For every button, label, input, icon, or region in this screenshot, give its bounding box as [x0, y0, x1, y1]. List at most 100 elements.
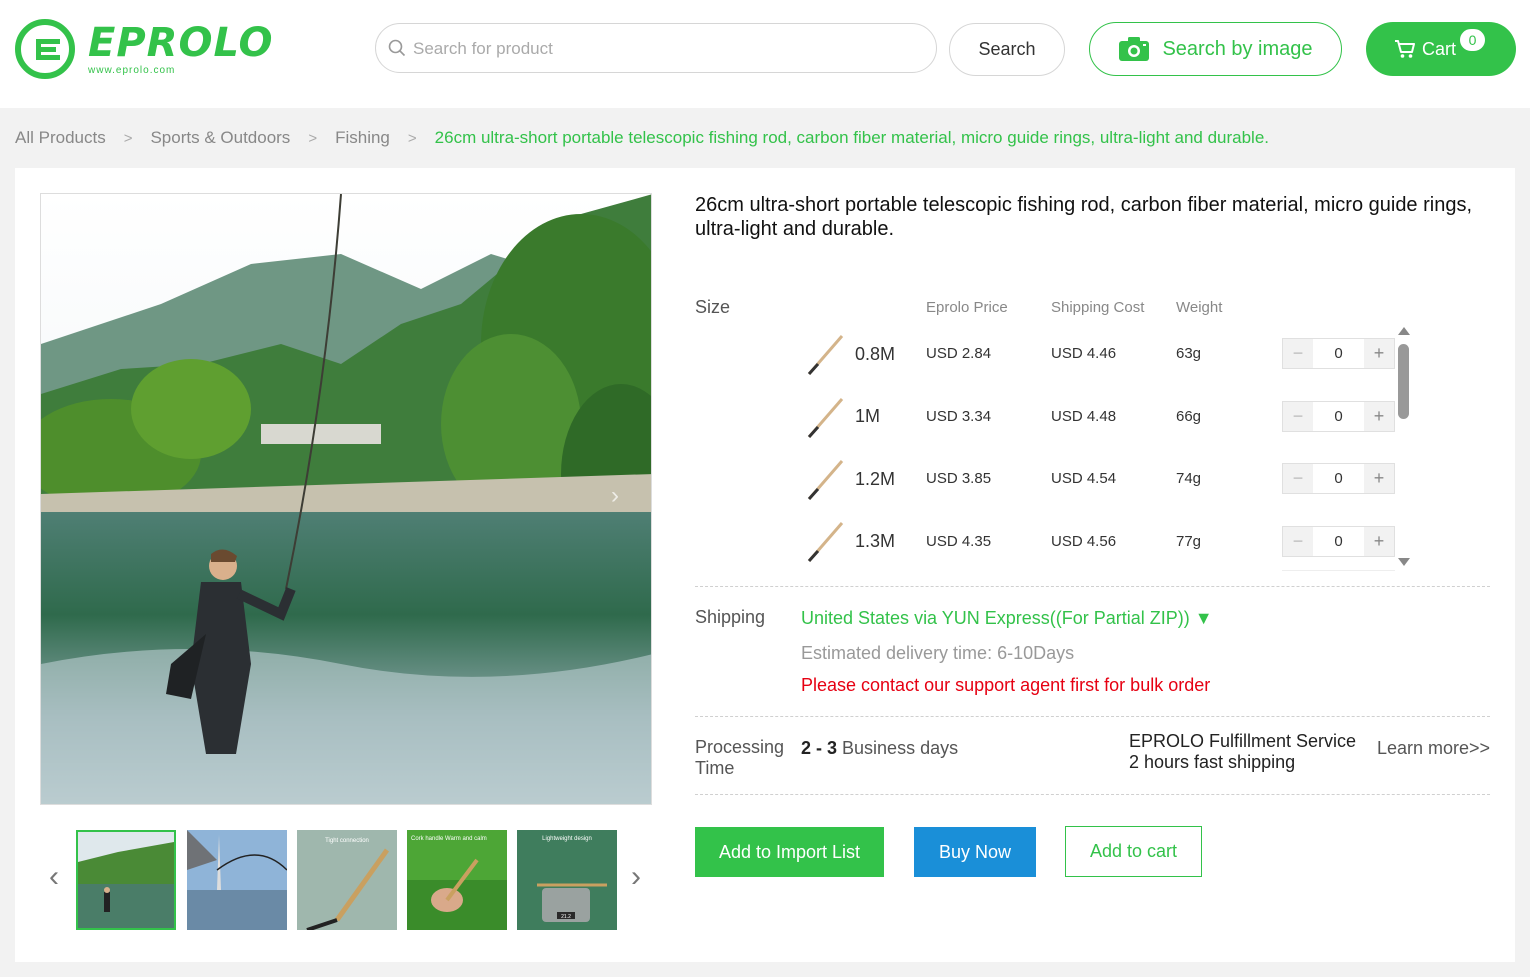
processing-days-value: 2 - 3	[801, 738, 838, 758]
quantity-input[interactable]	[1313, 527, 1364, 556]
buy-now-button[interactable]: Buy Now	[914, 827, 1036, 877]
decrement-button[interactable]: −	[1283, 527, 1313, 556]
bulk-order-notice: Please contact our support agent first f…	[801, 675, 1211, 695]
variant-list-bottom-divider	[1282, 570, 1395, 571]
thumbnail-lightweight-design-image: 21.2 Lightweight design	[517, 830, 617, 930]
chevron-right-icon[interactable]: ›	[611, 482, 619, 510]
increment-button[interactable]: +	[1364, 339, 1394, 368]
decrement-button[interactable]: −	[1283, 464, 1313, 493]
fishing-rod-icon	[807, 460, 844, 501]
thumbnail-cork-handle-image: Cork handle Warm and calm	[407, 830, 507, 930]
decrement-button[interactable]: −	[1283, 402, 1313, 431]
increment-button[interactable]: +	[1364, 402, 1394, 431]
cart-button[interactable]: Cart	[1366, 22, 1516, 76]
thumbnail-5-caption: Lightweight design	[542, 836, 592, 842]
variant-weight: 74g	[1176, 470, 1202, 487]
breadcrumb-current: 26cm ultra-short portable telescopic fis…	[434, 128, 1270, 147]
thumbnail-4-caption: Cork handle Warm and calm	[411, 836, 487, 842]
breadcrumb-sports-outdoors[interactable]: Sports & Outdoors	[150, 128, 290, 148]
quantity-stepper: − +	[1282, 401, 1395, 432]
processing-label: Processing	[695, 737, 785, 757]
fishing-rod-icon	[807, 398, 844, 439]
chevron-right-icon: >	[123, 129, 133, 147]
thumbnail-3-caption: Tight connection	[325, 838, 369, 844]
quantity-stepper: − +	[1282, 526, 1395, 557]
eprolo-logo[interactable]: EPROLO www.eprolo.com	[14, 16, 274, 82]
thumbnails-next-button[interactable]: ›	[624, 860, 648, 894]
increment-button[interactable]: +	[1364, 527, 1394, 556]
fishing-scene-image	[41, 194, 651, 804]
variant-shipping: USD 4.54	[1051, 470, 1117, 487]
cart-count-badge: 0	[1459, 28, 1486, 52]
quantity-input[interactable]	[1313, 464, 1364, 493]
product-title: 26cm ultra-short portable telescopic fis…	[695, 194, 1473, 240]
quantity-input[interactable]	[1313, 402, 1364, 431]
search-input[interactable]	[413, 36, 913, 62]
size-label: Size	[695, 297, 731, 317]
col-weight: Weight	[1176, 299, 1223, 316]
variant-weight: 63g	[1176, 345, 1202, 362]
search-by-image-label: Search by image	[1162, 37, 1313, 60]
logo-url: www.eprolo.com	[88, 65, 176, 76]
shipping-method-dropdown[interactable]: United States via YUN Express((For Parti…	[801, 608, 1213, 629]
processing-time-label: Time	[695, 758, 735, 778]
thumbnails-prev-button[interactable]: ‹	[42, 860, 66, 894]
fishing-rod-icon	[807, 335, 844, 376]
variant-price: USD 2.84	[926, 345, 992, 362]
variant-shipping: USD 4.48	[1051, 408, 1117, 425]
processing-days-unit: Business days	[837, 738, 959, 758]
thumbnail-3[interactable]: Tight connection	[297, 830, 397, 930]
thumbnail-4[interactable]: Cork handle Warm and calm	[407, 830, 507, 930]
variant-list-scrollbar[interactable]	[1398, 344, 1409, 419]
eprolo-logo-mark	[15, 19, 75, 79]
search-icon	[388, 39, 406, 57]
variant-size: 1M	[855, 406, 881, 426]
add-to-import-list-button[interactable]: Add to Import List	[695, 827, 884, 877]
variant-weight: 77g	[1176, 533, 1202, 550]
breadcrumb: All Products > Sports & Outdoors > Fishi…	[15, 127, 1269, 149]
variant-weight: 66g	[1176, 408, 1202, 425]
variant-size: 0.8M	[855, 344, 896, 364]
fulfillment-service-subtitle: 2 hours fast shipping	[1129, 752, 1296, 772]
fulfillment-service-title: EPROLO Fulfillment Service	[1129, 731, 1357, 751]
estimated-delivery: Estimated delivery time: 6-10Days	[801, 643, 1075, 663]
cart-label: Cart	[1422, 38, 1457, 59]
shopping-cart-icon	[1395, 40, 1415, 58]
processing-days: 2 - 3 Business days	[801, 738, 958, 759]
breadcrumb-all-products[interactable]: All Products	[15, 128, 106, 148]
main-product-image[interactable]: ›	[40, 193, 652, 805]
variant-price: USD 3.85	[926, 470, 992, 487]
site-header: EPROLO www.eprolo.com Search Search by i…	[0, 0, 1530, 108]
breadcrumb-fishing[interactable]: Fishing	[335, 128, 390, 148]
variant-price: USD 3.34	[926, 408, 992, 425]
col-eprolo-price: Eprolo Price	[926, 299, 1008, 316]
divider	[695, 586, 1490, 587]
thumbnail-5[interactable]: 21.2 Lightweight design	[517, 830, 617, 930]
add-to-cart-button[interactable]: Add to cart	[1065, 826, 1202, 877]
thumbnail-2[interactable]	[187, 830, 287, 930]
camera-icon	[1119, 37, 1150, 61]
variant-shipping: USD 4.46	[1051, 345, 1117, 362]
scroll-up-arrow-icon[interactable]	[1398, 327, 1410, 335]
variant-price: USD 4.35	[926, 533, 992, 550]
thumbnail-tight-connection-image: Tight connection	[297, 830, 397, 930]
logo-wordmark: EPROLO	[88, 20, 274, 66]
thumbnail-fishing-river-image	[78, 832, 174, 928]
scroll-down-arrow-icon[interactable]	[1398, 558, 1410, 566]
scale-reading: 21.2	[561, 914, 571, 920]
variant-shipping: USD 4.56	[1051, 533, 1117, 550]
search-by-image-button[interactable]: Search by image	[1089, 22, 1342, 76]
thumbnail-bridge-fishing-image	[187, 830, 287, 930]
search-button[interactable]: Search	[949, 23, 1065, 76]
chevron-right-icon: >	[407, 129, 417, 147]
learn-more-link[interactable]: Learn more>>	[1377, 738, 1490, 759]
increment-button[interactable]: +	[1364, 464, 1394, 493]
fishing-rod-icon	[807, 522, 844, 563]
variant-size: 1.3M	[855, 531, 896, 551]
thumbnail-1[interactable]	[76, 830, 176, 930]
variant-size: 1.2M	[855, 469, 896, 489]
quantity-input[interactable]	[1313, 339, 1364, 368]
divider	[695, 794, 1490, 795]
decrement-button[interactable]: −	[1283, 339, 1313, 368]
chevron-right-icon: >	[308, 129, 318, 147]
